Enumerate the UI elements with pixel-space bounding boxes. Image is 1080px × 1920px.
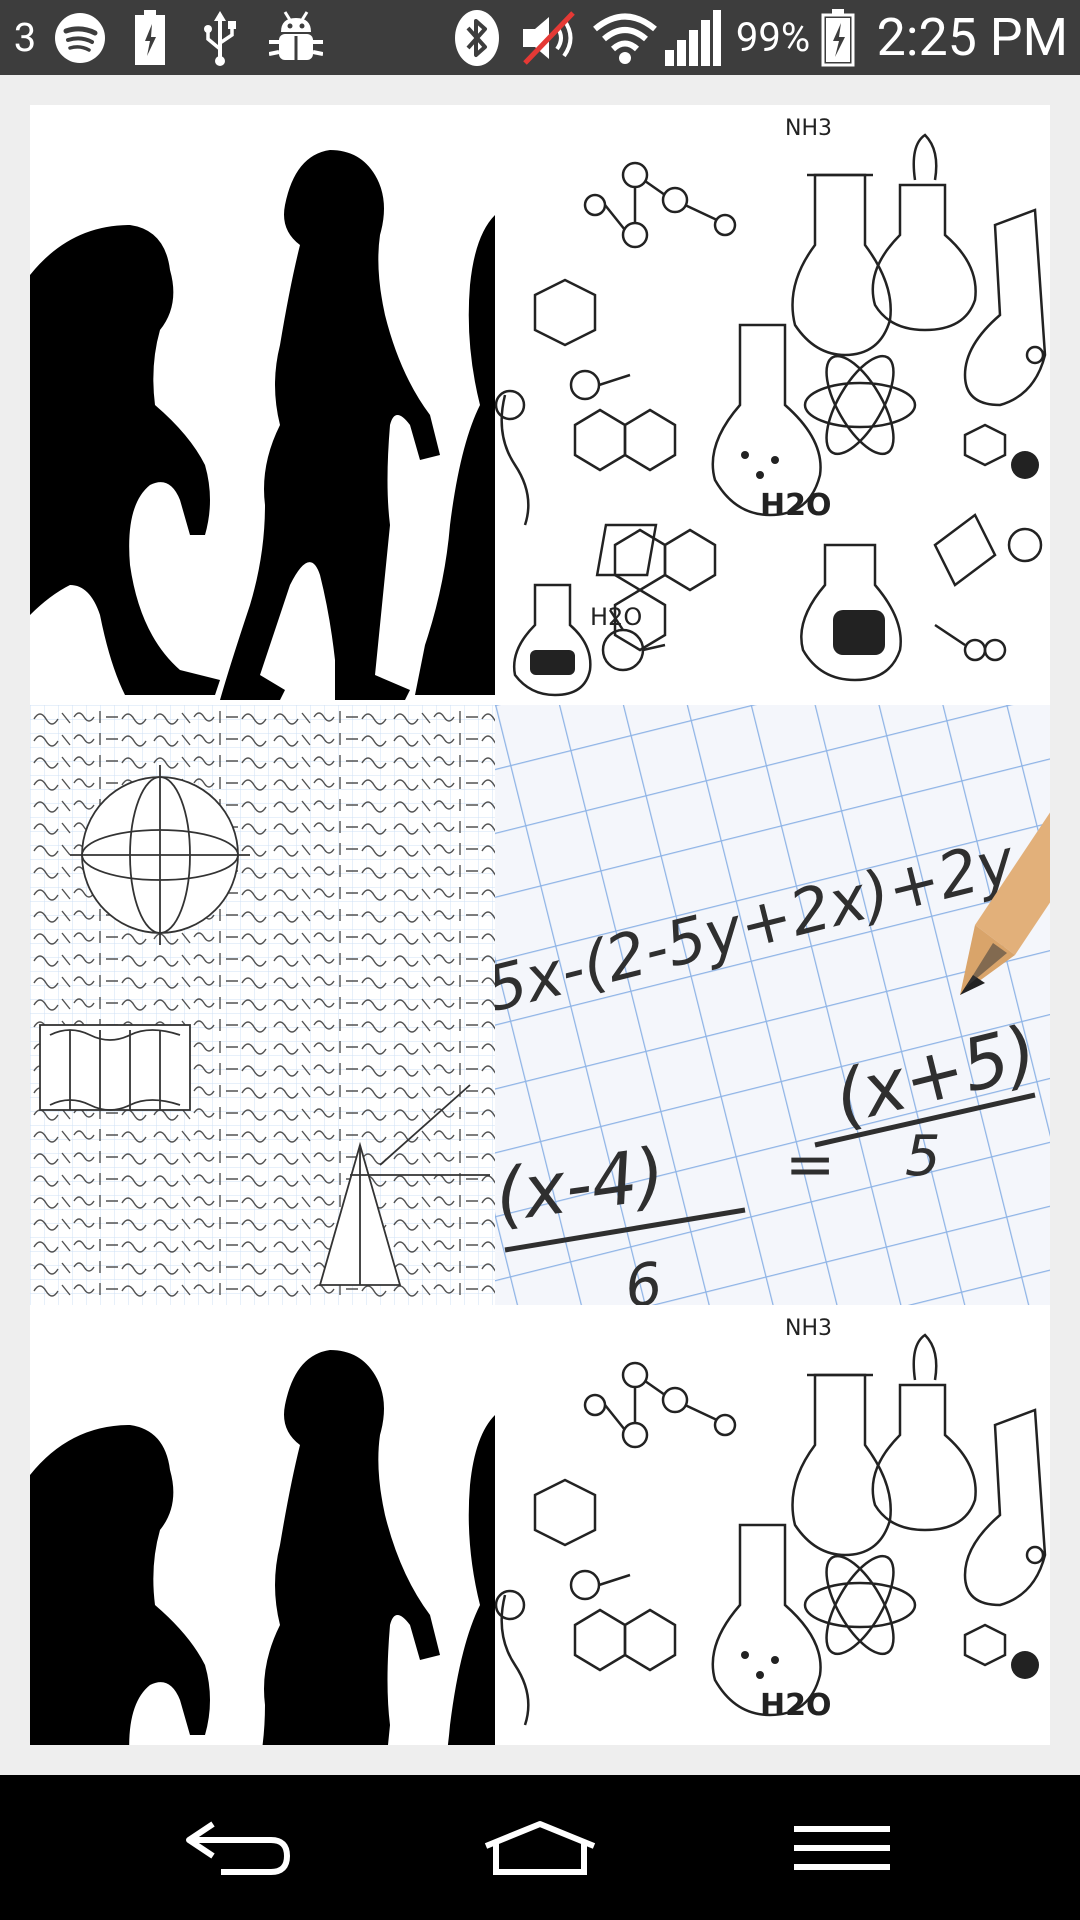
- back-button[interactable]: [138, 1775, 338, 1920]
- android-debug-icon: [266, 0, 326, 75]
- usb-icon: [200, 0, 240, 75]
- chem-label-h2o: H2O: [760, 488, 831, 523]
- menu-icon: [794, 1825, 890, 1870]
- gallery-tile-algebra[interactable]: 5x-(2-5y+2x)+2y (x-4) 6 = (x+5) 5: [495, 705, 1050, 1305]
- bluetooth-icon: [452, 0, 502, 75]
- home-icon: [484, 1820, 596, 1875]
- chemistry-doodles-image: H2O H2O NH3: [495, 105, 1050, 705]
- gallery-tile-math-sketch[interactable]: [30, 705, 495, 1305]
- formula-rhs-denominator: 5: [905, 1124, 941, 1189]
- gallery-tile-evolution-1[interactable]: [30, 105, 495, 705]
- gallery-tile-chemistry-2[interactable]: H2O NH3: [495, 1305, 1050, 1745]
- battery-percent: 99%: [735, 14, 811, 61]
- clock: 2:25 PM: [876, 7, 1068, 68]
- spotify-icon: [52, 0, 108, 75]
- gallery-tile-evolution-2[interactable]: [30, 1305, 495, 1745]
- evolution-silhouette-image: [30, 105, 495, 705]
- chem-label-nh3: NH3: [785, 116, 832, 141]
- math-formulas-image: [30, 705, 495, 1305]
- notification-count: 3: [13, 14, 37, 61]
- home-button[interactable]: [440, 1775, 640, 1920]
- chem-label-nh3: NH3: [785, 1316, 832, 1341]
- battery-charging-small-icon: [130, 0, 170, 75]
- volume-muted-icon: [520, 0, 580, 75]
- signal-icon: [662, 0, 722, 75]
- chem-label-h2o: H2O: [760, 1688, 831, 1723]
- algebra-grid-paper-image: 5x-(2-5y+2x)+2y (x-4) 6 = (x+5) 5: [495, 705, 1050, 1305]
- image-grid[interactable]: H2O H2O NH3 5x-(2-5y+2x)+2y (x-4) 6 = (x…: [30, 105, 1050, 1745]
- wifi-icon: [590, 0, 660, 75]
- battery-charging-icon: [818, 0, 858, 75]
- status-bar: 3 99% 2:25 PM: [0, 0, 1080, 75]
- back-icon: [186, 1821, 291, 1875]
- chemistry-doodles-image: H2O NH3: [495, 1305, 1050, 1745]
- gallery-tile-chemistry-1[interactable]: H2O H2O NH3: [495, 105, 1050, 705]
- menu-button[interactable]: [742, 1775, 942, 1920]
- navigation-bar: [0, 1775, 1080, 1920]
- chem-label-h2o-small: H2O: [590, 603, 642, 631]
- evolution-silhouette-image: [30, 1305, 495, 1745]
